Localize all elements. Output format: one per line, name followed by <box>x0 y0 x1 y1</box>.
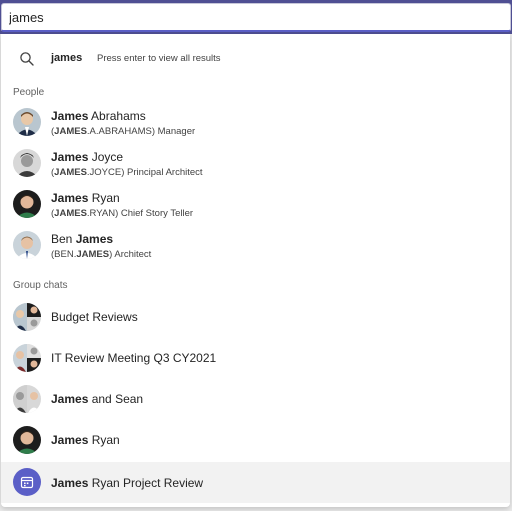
search-results-panel: james Press enter to view all results Pe… <box>1 34 510 507</box>
group-avatar <box>13 303 41 331</box>
person-result[interactable]: Ben James (BEN.JAMES) Architect <box>1 225 510 266</box>
avatar <box>13 190 41 218</box>
avatar <box>13 149 41 177</box>
chat-name: James Ryan <box>51 433 120 447</box>
chat-name: James and Sean <box>51 392 144 406</box>
search-icon <box>19 51 35 67</box>
person-name: Ben James <box>51 232 114 246</box>
group-chat-result[interactable]: Budget Reviews <box>1 297 510 338</box>
person-name: James Joyce <box>51 150 124 164</box>
person-detail: (JAMES.A.ABRAHAMS) Manager <box>51 126 196 137</box>
search-box[interactable] <box>1 3 511 32</box>
person-result[interactable]: James Abrahams (JAMES.A.ABRAHAMS) Manage… <box>1 102 510 143</box>
avatar <box>13 231 41 259</box>
search-input[interactable] <box>9 7 489 27</box>
person-detail: (JAMES.RYAN) Chief Story Teller <box>51 208 194 219</box>
person-name: James Abrahams <box>51 109 146 123</box>
person-result[interactable]: James Ryan (JAMES.RYAN) Chief Story Tell… <box>1 184 510 225</box>
group-chat-result[interactable]: James Ryan <box>1 420 510 461</box>
person-result[interactable]: James Joyce (JAMES.JOYCE) Principal Arch… <box>1 143 510 184</box>
person-name: James Ryan <box>51 191 120 205</box>
person-detail: (JAMES.JOYCE) Principal Architect <box>51 167 203 178</box>
calendar-icon <box>13 468 41 496</box>
search-term: james <box>51 52 83 64</box>
chat-name: Budget Reviews <box>51 310 138 324</box>
chat-name: James Ryan Project Review <box>51 476 204 490</box>
section-label-people: People <box>13 87 45 98</box>
group-avatar <box>13 344 41 372</box>
section-label-group-chats: Group chats <box>13 280 68 291</box>
group-avatar <box>13 385 41 413</box>
person-detail: (BEN.JAMES) Architect <box>51 249 152 260</box>
avatar <box>13 426 41 454</box>
group-chat-result[interactable]: James and Sean <box>1 379 510 420</box>
chat-name: IT Review Meeting Q3 CY2021 <box>51 351 217 365</box>
group-chat-result[interactable]: IT Review Meeting Q3 CY2021 <box>1 338 510 379</box>
search-all-results-row[interactable]: james Press enter to view all results <box>1 42 510 76</box>
avatar <box>13 108 41 136</box>
search-hint: Press enter to view all results <box>97 53 221 64</box>
